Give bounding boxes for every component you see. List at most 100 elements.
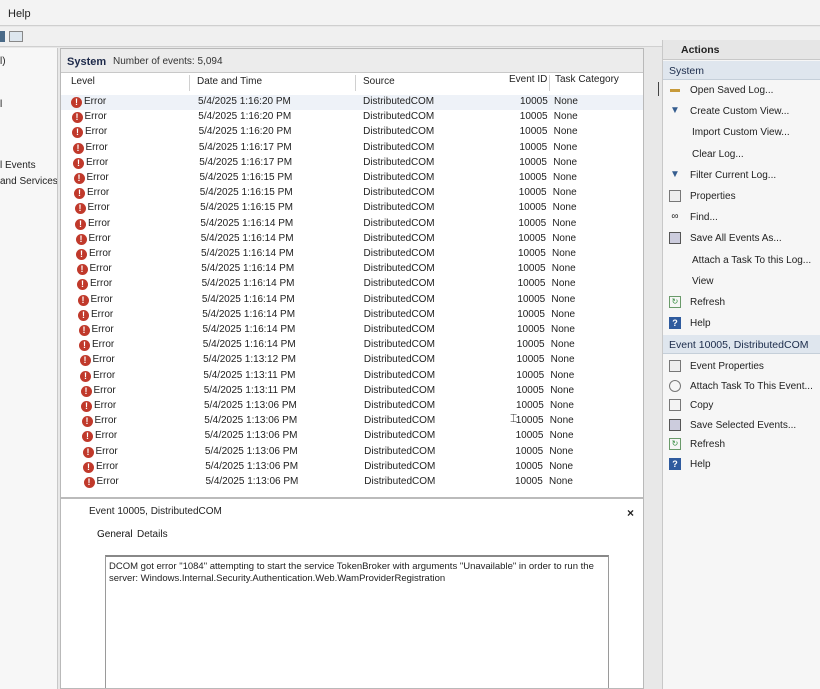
- source-cell: DistributedCOM: [364, 430, 436, 442]
- actions-section-event[interactable]: Event 10005, DistributedCOM: [663, 335, 820, 354]
- table-row[interactable]: ! Error 5/4/2025 1:13:06 PM DistributedCOM 1…: [61, 429, 643, 444]
- table-row[interactable]: ! Error 5/4/2025 1:16:14 PM DistributedCOM 1…: [61, 308, 643, 323]
- folder-icon: ▬: [670, 84, 680, 95]
- copy-icon: [669, 399, 681, 412]
- action-event-properties[interactable]: Event Properties: [663, 358, 820, 376]
- tree-node-events[interactable]: l Events: [0, 160, 36, 171]
- action-label: Copy: [690, 400, 714, 412]
- table-row[interactable]: ! Error 5/4/2025 1:13:06 PM DistributedCOM 1…: [61, 475, 643, 490]
- event-table-body: ! Error 5/4/2025 1:16:20 PM DistributedCOM 1…: [61, 93, 643, 493]
- action-find[interactable]: ∞ Find...: [663, 209, 820, 227]
- action-label: Refresh: [690, 297, 726, 308]
- tree-node-partial-2[interactable]: l: [0, 99, 2, 110]
- event-id-cell: 10005: [516, 369, 545, 381]
- action-open-saved-log[interactable]: ▬ Open Saved Log...: [663, 82, 820, 100]
- table-row[interactable]: ! Error 5/4/2025 1:13:11 PM DistributedCOM 1…: [61, 384, 643, 399]
- tab-general[interactable]: General: [97, 529, 133, 540]
- task-category-cell: None: [549, 476, 573, 487]
- source-cell: DistributedCOM: [363, 202, 435, 214]
- action-help[interactable]: ? Help: [663, 456, 820, 474]
- source-cell: DistributedCOM: [363, 96, 435, 107]
- level-cell: Error: [85, 141, 108, 153]
- table-row[interactable]: ! Error 5/4/2025 1:16:14 PM DistributedCOM 1…: [61, 247, 643, 262]
- source-cell: DistributedCOM: [364, 476, 436, 487]
- action-label: View: [692, 275, 714, 287]
- action-clear-log[interactable]: Clear Log...: [663, 146, 820, 164]
- column-header-event-id[interactable]: Event ID: [509, 74, 547, 90]
- action-filter-current-log[interactable]: ▼ Filter Current Log...: [663, 167, 820, 185]
- table-row[interactable]: ! Error 5/4/2025 1:16:20 PM DistributedCOM 1…: [61, 125, 643, 140]
- tree-node-partial[interactable]: l): [0, 56, 6, 67]
- action-import-custom-view[interactable]: Import Custom View...: [663, 124, 820, 142]
- table-row[interactable]: ! Error 5/4/2025 1:16:14 PM DistributedCOM 1…: [61, 323, 643, 338]
- table-row[interactable]: ! Error 5/4/2025 1:16:14 PM DistributedCOM 1…: [61, 217, 643, 232]
- table-row[interactable]: ! Error 5/4/2025 1:16:17 PM DistributedCOM 1…: [61, 156, 643, 171]
- table-row[interactable]: ! Error 5/4/2025 1:13:06 PM DistributedCOM 1…: [61, 445, 643, 460]
- column-header-task-category[interactable]: Task Category: [555, 74, 619, 90]
- level-cell: Error: [84, 96, 107, 107]
- action-label: Help: [690, 318, 711, 330]
- action-copy[interactable]: Copy: [663, 397, 820, 415]
- table-row[interactable]: ! Error 5/4/2025 1:13:11 PM DistributedCOM 1…: [61, 369, 643, 384]
- action-properties[interactable]: Properties: [663, 188, 820, 206]
- event-id-cell: 10005: [515, 430, 544, 442]
- table-row[interactable]: ! Error 5/4/2025 1:16:15 PM DistributedCOM 1…: [61, 171, 643, 186]
- source-cell: DistributedCOM: [363, 248, 435, 259]
- event-id-cell: 10005: [516, 400, 544, 411]
- table-row[interactable]: ! Error 5/4/2025 1:16:14 PM DistributedCOM 1…: [61, 338, 643, 353]
- actions-section-system[interactable]: System: [663, 61, 820, 80]
- action-save-all-events-as[interactable]: Save All Events As...: [663, 230, 820, 248]
- event-id-cell: 10005: [520, 96, 548, 107]
- tab-details[interactable]: Details: [137, 529, 168, 540]
- action-create-custom-view[interactable]: ▼ Create Custom View...: [663, 103, 820, 121]
- error-icon: !: [79, 355, 91, 367]
- close-detail-button[interactable]: ×: [627, 506, 634, 520]
- table-row[interactable]: ! Error 5/4/2025 1:16:20 PM DistributedCOM 1…: [61, 110, 643, 125]
- pane-divider[interactable]: [61, 497, 643, 499]
- table-row[interactable]: ! Error 5/4/2025 1:16:14 PM DistributedCOM 1…: [61, 293, 643, 308]
- level-cell: Error: [95, 445, 118, 457]
- column-header-source[interactable]: Source: [363, 76, 395, 92]
- table-row[interactable]: ! Error 5/4/2025 1:16:15 PM DistributedCOM 1…: [61, 186, 643, 201]
- table-row[interactable]: ! Error 5/4/2025 1:13:12 PM DistributedCOM 1…: [61, 353, 643, 368]
- action-label: Refresh: [690, 439, 726, 451]
- binoculars-icon: ∞: [671, 211, 679, 223]
- column-separator[interactable]: [355, 75, 356, 91]
- tree-node-services-logs[interactable]: and Services Lo: [0, 176, 57, 187]
- task-category-cell: None: [552, 248, 576, 259]
- table-row[interactable]: ! Error 5/4/2025 1:16:14 PM DistributedCOM 1…: [61, 232, 643, 247]
- table-row[interactable]: ! Error 5/4/2025 1:13:06 PM DistributedCOM 1…: [61, 414, 643, 429]
- table-row[interactable]: ! Error 5/4/2025 1:16:15 PM DistributedCOM 1…: [61, 201, 643, 216]
- table-row[interactable]: ! Error 5/4/2025 1:16:14 PM DistributedCOM 1…: [61, 277, 643, 292]
- task-category-cell: None: [551, 278, 576, 290]
- action-attach-a-task-to-this-log[interactable]: Attach a Task To this Log...: [663, 252, 820, 270]
- event-id-cell: 10005: [518, 248, 546, 259]
- error-icon: !: [72, 142, 84, 154]
- column-separator[interactable]: [549, 75, 550, 91]
- show-hide-console-tree-icon[interactable]: [9, 31, 23, 42]
- date-cell: 5/4/2025 1:13:06 PM: [204, 415, 298, 427]
- source-cell: DistributedCOM: [363, 293, 435, 305]
- table-row[interactable]: ! Error 5/4/2025 1:16:17 PM DistributedCOM 1…: [61, 141, 643, 156]
- event-id-cell: 10005: [519, 126, 548, 138]
- table-row[interactable]: ! Error 5/4/2025 1:13:06 PM DistributedCOM 1…: [61, 460, 643, 475]
- table-row[interactable]: ! Error 5/4/2025 1:13:06 PM DistributedCOM 1…: [61, 399, 643, 414]
- table-row[interactable]: ! Error 5/4/2025 1:16:14 PM DistributedCOM 1…: [61, 262, 643, 277]
- column-separator[interactable]: [189, 75, 190, 91]
- table-row[interactable]: ! Error 5/4/2025 1:16:20 PM DistributedCOM 1…: [61, 95, 643, 110]
- source-cell: DistributedCOM: [364, 445, 436, 457]
- date-cell: 5/4/2025 1:16:14 PM: [201, 248, 294, 259]
- action-label: Attach a Task To this Log...: [692, 254, 812, 266]
- action-view[interactable]: View: [663, 273, 820, 291]
- action-refresh[interactable]: ↻ Refresh: [663, 436, 820, 454]
- action-attach-task-to-this-event[interactable]: Attach Task To This Event...: [663, 378, 820, 396]
- column-header-date[interactable]: Date and Time: [197, 76, 262, 92]
- action-save-selected-events[interactable]: Save Selected Events...: [663, 417, 820, 435]
- console-tree: l) l l Events and Services Lo: [0, 48, 58, 689]
- menu-help[interactable]: Help: [8, 8, 31, 20]
- task-category-cell: None: [553, 111, 578, 123]
- action-refresh[interactable]: ↻ Refresh: [663, 294, 820, 312]
- level-cell: Error: [96, 476, 119, 487]
- column-header-level[interactable]: Level: [71, 76, 95, 92]
- action-help[interactable]: ? Help: [663, 315, 820, 333]
